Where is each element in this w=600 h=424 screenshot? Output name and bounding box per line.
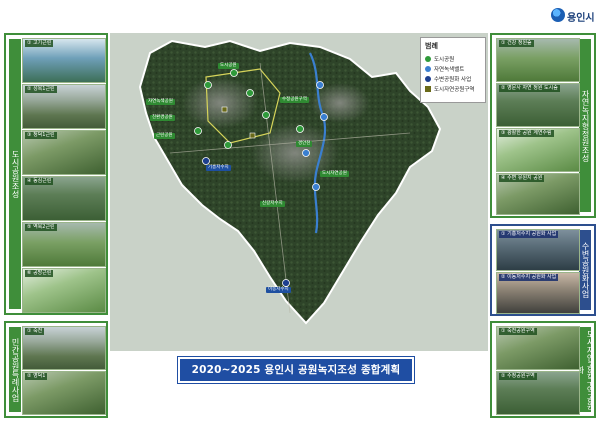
thumb-caption: ⑤ 역북2근린 [25,224,57,231]
green-dot-icon [425,56,431,62]
thumb-caption: ② 성복1근린 [25,86,57,93]
map-label: 경안천 [296,141,313,147]
thumb-caption: ③ 청덕1근린 [25,132,57,139]
thumb-left-top-1[interactable]: ① 고기근린 [22,38,106,83]
thumb-caption: ② 영덕1 [25,373,48,380]
map-label: 근린공원 [154,133,175,139]
panel-vertical-label: 민간공원특례사업 [9,327,21,412]
thumb-caption: ⑥ 공방근린 [25,270,54,277]
thumb-left-top-2[interactable]: ② 성복1근린 [22,84,106,129]
thumb-caption: ② 수정공원구역 [499,373,537,380]
thumb-right-bottom-1[interactable]: ① 죽전공원구역 [496,326,580,370]
thumb-right-bottom-2[interactable]: ② 수정공원구역 [496,371,580,415]
logo-text: 용인시 [567,13,595,24]
panel-urban-natural-park-zones: 도시자연공원구역공원화 ① 죽전공원구역 ② 수정공원구역 [490,321,596,418]
thumb-caption: ④ 동심근린 [25,178,54,185]
panel-natural-gardens: 자연녹지형정원조성 ① 건강 정원숲 ② 영문사 자연 정원 도시숲 ③ 광활한… [490,33,596,218]
legend-item: 자연녹색밸트 [425,64,481,74]
thumb-left-top-4[interactable]: ④ 동심근린 [22,176,106,221]
thumb-caption: ① 고기근린 [25,40,54,47]
legend-item: 도시자연공원구역 [425,84,481,94]
legend-label: 도시공원 [434,57,455,63]
thumb-right-mid-2[interactable]: ② 이동저수지 공원화 사업 [496,272,580,314]
map-label: 이동저수지 [266,287,291,293]
legend-item: 도시공원 [425,54,481,64]
navy-dot-icon [425,76,431,82]
thumb-left-top-6[interactable]: ⑥ 공방근린 [22,268,106,313]
city-emblem-icon [551,8,565,22]
map-label: 신갈저수지 [260,201,285,207]
map-label: 기흥저수지 [206,165,231,171]
olive-square-icon [425,86,431,92]
legend-label: 수변공원화 사업 [434,77,472,83]
thumb-right-top-2[interactable]: ② 영문사 자연 정원 도시숲 [496,83,580,127]
city-logo: 용인시 [551,6,597,24]
map-label: 친환경공원 [150,115,175,121]
thumb-left-top-3[interactable]: ③ 청덕1근린 [22,130,106,175]
map-legend: 범례 도시공원 자연녹색밸트 수변공원화 사업 도시자연공원구역 [420,37,486,103]
map-label: 도시공원 [218,63,239,69]
panel-urban-parks: 도시공원조성 ① 고기근린 ② 성복1근린 ③ 청덕1근린 ④ 동심근린 ⑤ 역… [4,33,108,315]
legend-item: 수변공원화 사업 [425,74,481,84]
thumb-caption: ① 건강 정원숲 [499,40,534,47]
panel-vertical-label: 자연녹지형정원조성 [579,39,591,212]
thumb-caption: ④ 수변 유원지 공원 [499,175,545,182]
thumb-left-bottom-2[interactable]: ② 영덕1 [22,371,106,415]
map-label: 자연녹색공원 [146,99,175,105]
thumb-caption: ① 죽전 [25,328,45,335]
blue-dot-icon [425,66,431,72]
thumb-caption: ① 기흥저수지 공원화 사업 [499,231,559,238]
page-title: 2020~2025 용인시 공원녹지조성 종합계획 [178,357,414,383]
thumb-caption: ② 이동저수지 공원화 사업 [499,274,559,281]
thumb-caption: ③ 광활한 공원 계연수림 [499,130,554,137]
thumb-left-top-5[interactable]: ⑤ 역북2근린 [22,222,106,267]
thumb-caption: ② 영문사 자연 정원 도시숲 [499,85,560,92]
thumb-right-mid-1[interactable]: ① 기흥저수지 공원화 사업 [496,229,580,271]
thumb-right-top-3[interactable]: ③ 광활한 공원 계연수림 [496,128,580,172]
map-label: 수정공원구역 [280,97,309,103]
thumb-right-top-4[interactable]: ④ 수변 유원지 공원 [496,173,580,215]
map-label: 도시자연공원 [320,171,349,177]
legend-label: 자연녹색밸트 [434,67,465,73]
thumb-caption: ① 죽전공원구역 [499,328,537,335]
legend-title: 범례 [425,42,438,50]
panel-vertical-label: 도시자연공원구역공원화 [576,327,595,412]
legend-label: 도시자연공원구역 [434,87,475,93]
panel-private-park-projects: 민간공원특례사업 ① 죽전 ② 영덕1 [4,321,108,418]
panel-waterside-parks: 수변공원화사업 ① 기흥저수지 공원화 사업 ② 이동저수지 공원화 사업 [490,224,596,316]
panel-vertical-label: 도시공원조성 [9,39,21,309]
thumb-right-top-1[interactable]: ① 건강 정원숲 [496,38,580,82]
panel-vertical-label: 수변공원화사업 [579,230,591,310]
thumb-left-bottom-1[interactable]: ① 죽전 [22,326,106,370]
